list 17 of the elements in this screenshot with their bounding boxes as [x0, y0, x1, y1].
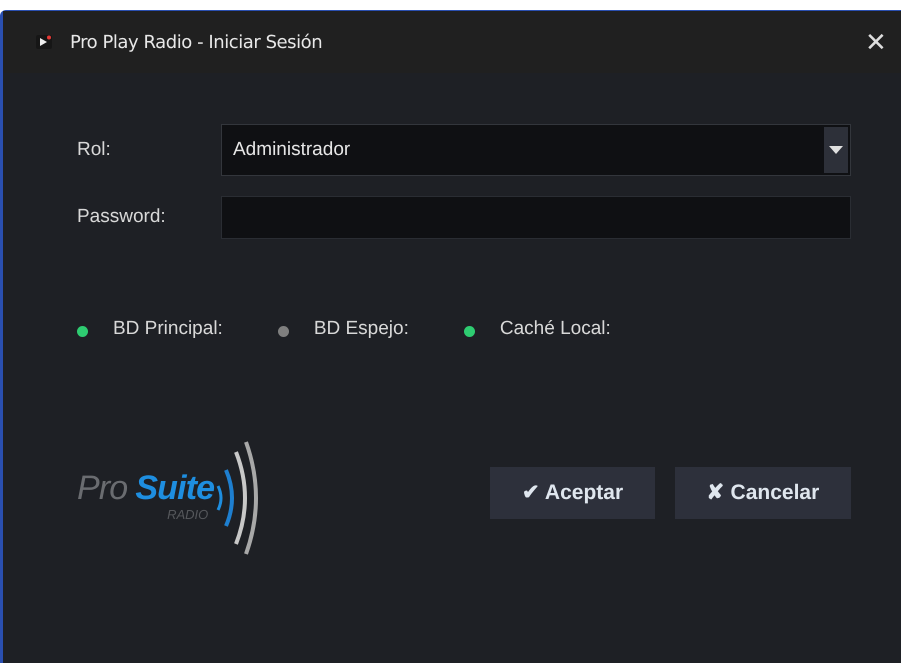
- role-label: Rol:: [77, 138, 112, 162]
- role-dropdown[interactable]: Administrador: [221, 124, 851, 176]
- password-field[interactable]: [221, 196, 851, 239]
- window-title: Pro Play Radio - Iniciar Sesión: [70, 30, 322, 54]
- status-label: BD Principal:: [113, 317, 223, 341]
- play-icon: [36, 35, 52, 49]
- accept-button[interactable]: ✔ Aceptar: [490, 466, 655, 518]
- logo-text: Suite: [135, 470, 214, 505]
- close-button[interactable]: ✕: [861, 29, 891, 55]
- caret-icon: [829, 146, 843, 154]
- logo-text: Pro: [77, 470, 128, 505]
- password-label: Password:: [77, 205, 167, 230]
- status-label: BD Espejo:: [314, 317, 409, 341]
- status-label: Caché Local:: [500, 317, 611, 341]
- cancel-button[interactable]: ✘ Cancelar: [675, 466, 851, 518]
- dropdown-arrow-button[interactable]: [824, 127, 848, 173]
- dropdown-value: Administrador: [232, 138, 352, 162]
